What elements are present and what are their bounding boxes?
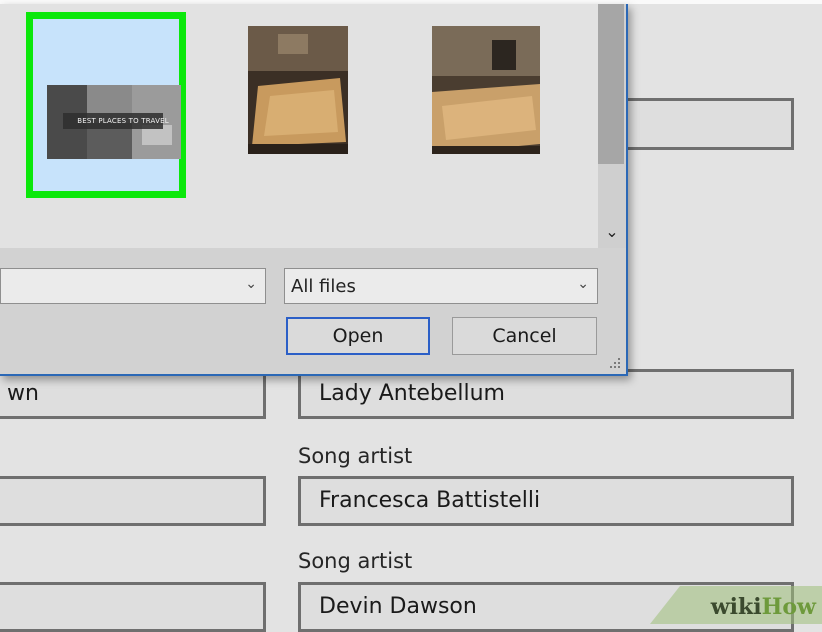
top-right-input[interactable] — [616, 98, 794, 150]
file-name-combobox[interactable]: ⌄ — [0, 268, 266, 304]
right-col-row2-input[interactable]: Francesca Battistelli — [298, 476, 794, 526]
watermark-part2: How — [761, 594, 816, 620]
wikihow-watermark: wikiHow — [711, 594, 816, 620]
file-thumbnail-selected[interactable]: BEST PLACES TO TRAVEL — [26, 12, 186, 198]
input-value: Lady Antebellum — [319, 381, 505, 406]
input-value: Francesca Battistelli — [319, 488, 541, 513]
cancel-button[interactable]: Cancel — [452, 317, 597, 355]
resize-grip-icon[interactable] — [608, 356, 622, 370]
file-list-scrollbar[interactable]: ⌄ — [598, 4, 626, 248]
left-col-row1-input[interactable]: wn — [0, 369, 266, 419]
thumbnail-caption: BEST PLACES TO TRAVEL — [77, 117, 169, 125]
chevron-down-icon[interactable]: ⌄ — [577, 276, 589, 292]
song-artist-label: Song artist — [298, 444, 413, 468]
input-value: Devin Dawson — [319, 594, 477, 619]
file-list-pane: BEST PLACES TO TRAVEL — [0, 4, 600, 248]
input-value: wn — [7, 381, 39, 406]
chevron-down-icon[interactable]: ⌄ — [598, 220, 626, 244]
wood-table-image-thumbnail — [248, 26, 348, 154]
scrollbar-thumb[interactable] — [598, 4, 624, 164]
file-type-select[interactable]: All files ⌄ — [284, 268, 598, 304]
chevron-down-icon[interactable]: ⌄ — [245, 276, 257, 292]
right-col-row1-input[interactable]: Lady Antebellum — [298, 369, 794, 419]
watermark-part1: wiki — [710, 594, 762, 620]
song-artist-label: Song artist — [298, 549, 413, 573]
workshop-image-thumbnail — [432, 26, 540, 154]
open-file-dialog: BEST PLACES TO TRAVEL ⌄ ⌄ All files ⌄ Op… — [0, 4, 628, 376]
file-thumbnail[interactable] — [248, 12, 348, 198]
left-col-row3-input[interactable] — [0, 582, 266, 632]
file-thumbnail[interactable] — [432, 12, 542, 198]
left-col-row2-input[interactable] — [0, 476, 266, 526]
open-button[interactable]: Open — [286, 317, 430, 355]
screen: wn Lady Antebellum Song artist Francesca… — [0, 0, 822, 632]
file-type-value: All files — [291, 275, 356, 297]
